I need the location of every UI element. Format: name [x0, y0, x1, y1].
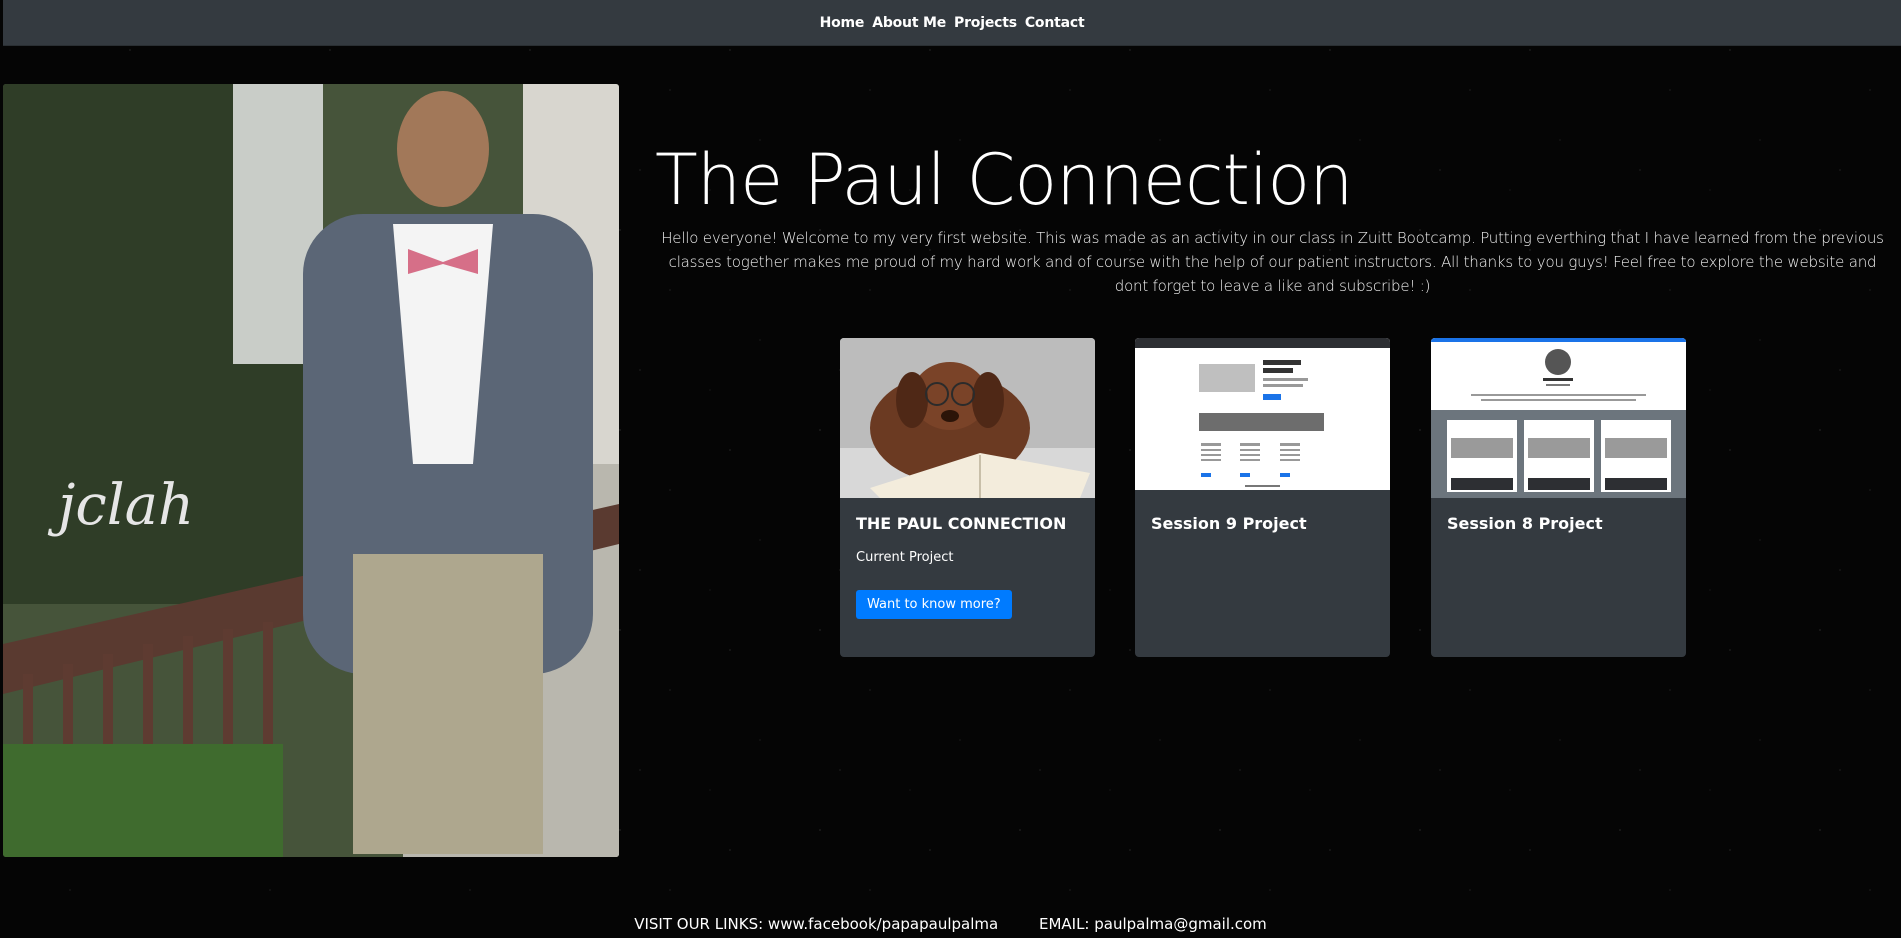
- footer: VISIT OUR LINKS: www.facebook/papapaulpa…: [0, 915, 1901, 937]
- top-navbar: Home About Me Projects Contact: [3, 0, 1901, 46]
- footer-links[interactable]: VISIT OUR LINKS: www.facebook/papapaulpa…: [634, 915, 998, 933]
- session9-screenshot: [1135, 338, 1390, 490]
- nav-about-link[interactable]: About Me: [872, 15, 946, 31]
- nav-home-link[interactable]: Home: [820, 15, 865, 31]
- nav-contact-link[interactable]: Contact: [1025, 15, 1085, 31]
- site-title: The Paul Connection: [655, 139, 1354, 221]
- session8-screenshot: [1431, 338, 1686, 498]
- intro-text: Hello everyone! Welcome to my very first…: [661, 229, 1884, 295]
- project-card-current: THE PAUL CONNECTION Current Project Want…: [840, 338, 1095, 657]
- profile-photo: jclah: [3, 84, 619, 857]
- project-card-title: THE PAUL CONNECTION: [856, 514, 1067, 533]
- puppy-image: [840, 338, 1095, 498]
- project-card-title: Session 9 Project: [1151, 514, 1307, 533]
- project-card-subtitle: Current Project: [856, 550, 954, 565]
- project-card-session8: Session 8 Project: [1431, 338, 1686, 657]
- project-card-session9: Session 9 Project: [1135, 338, 1390, 657]
- svg-text:jclah: jclah: [47, 473, 194, 538]
- footer-email[interactable]: EMAIL: paulpalma@gmail.com: [1039, 915, 1267, 933]
- learn-more-button[interactable]: Want to know more?: [856, 590, 1012, 619]
- nav-projects-link[interactable]: Projects: [954, 15, 1017, 31]
- project-card-title: Session 8 Project: [1447, 514, 1603, 533]
